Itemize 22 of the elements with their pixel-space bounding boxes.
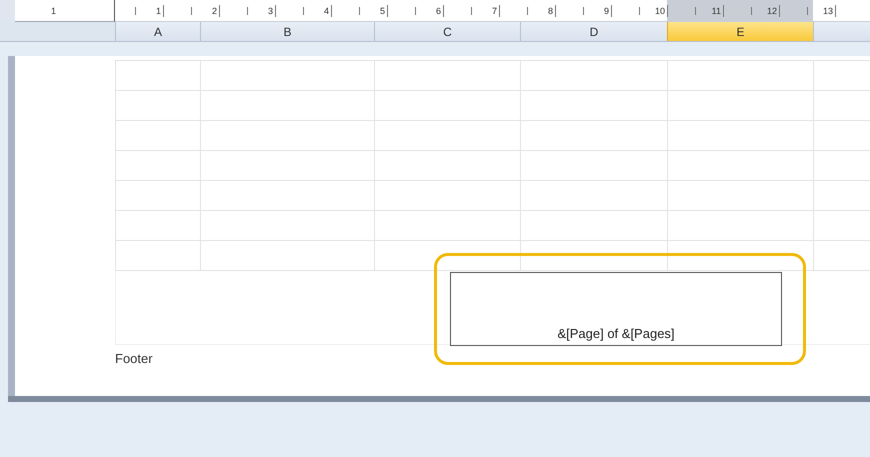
ruler-number: 1 [156,6,162,16]
ruler-number: 7 [492,6,498,16]
ruler-number: 12 [766,6,778,16]
ruler-number: 11 [712,6,722,16]
ruler-number: 13 [822,6,834,16]
ruler-number: 3 [268,6,274,16]
column-header[interactable]: C [374,22,520,41]
footer-label: Footer [115,351,153,366]
ruler-number: 1 [51,6,58,16]
column-header[interactable]: E [667,22,813,41]
ruler-number: 6 [436,6,442,16]
ruler-number: 10 [654,6,666,16]
ruler-number: 8 [548,6,554,16]
column-header[interactable] [813,22,870,41]
ruler-number: 5 [380,6,386,16]
ruler-number: 2 [212,6,218,16]
ruler-number: 4 [324,6,330,16]
column-header[interactable]: B [200,22,374,41]
column-header[interactable]: D [520,22,667,41]
column-header[interactable]: A [115,22,200,41]
footer-center-field[interactable]: &[Page] of &[Pages] [450,272,782,346]
ruler-number: 9 [604,6,610,16]
